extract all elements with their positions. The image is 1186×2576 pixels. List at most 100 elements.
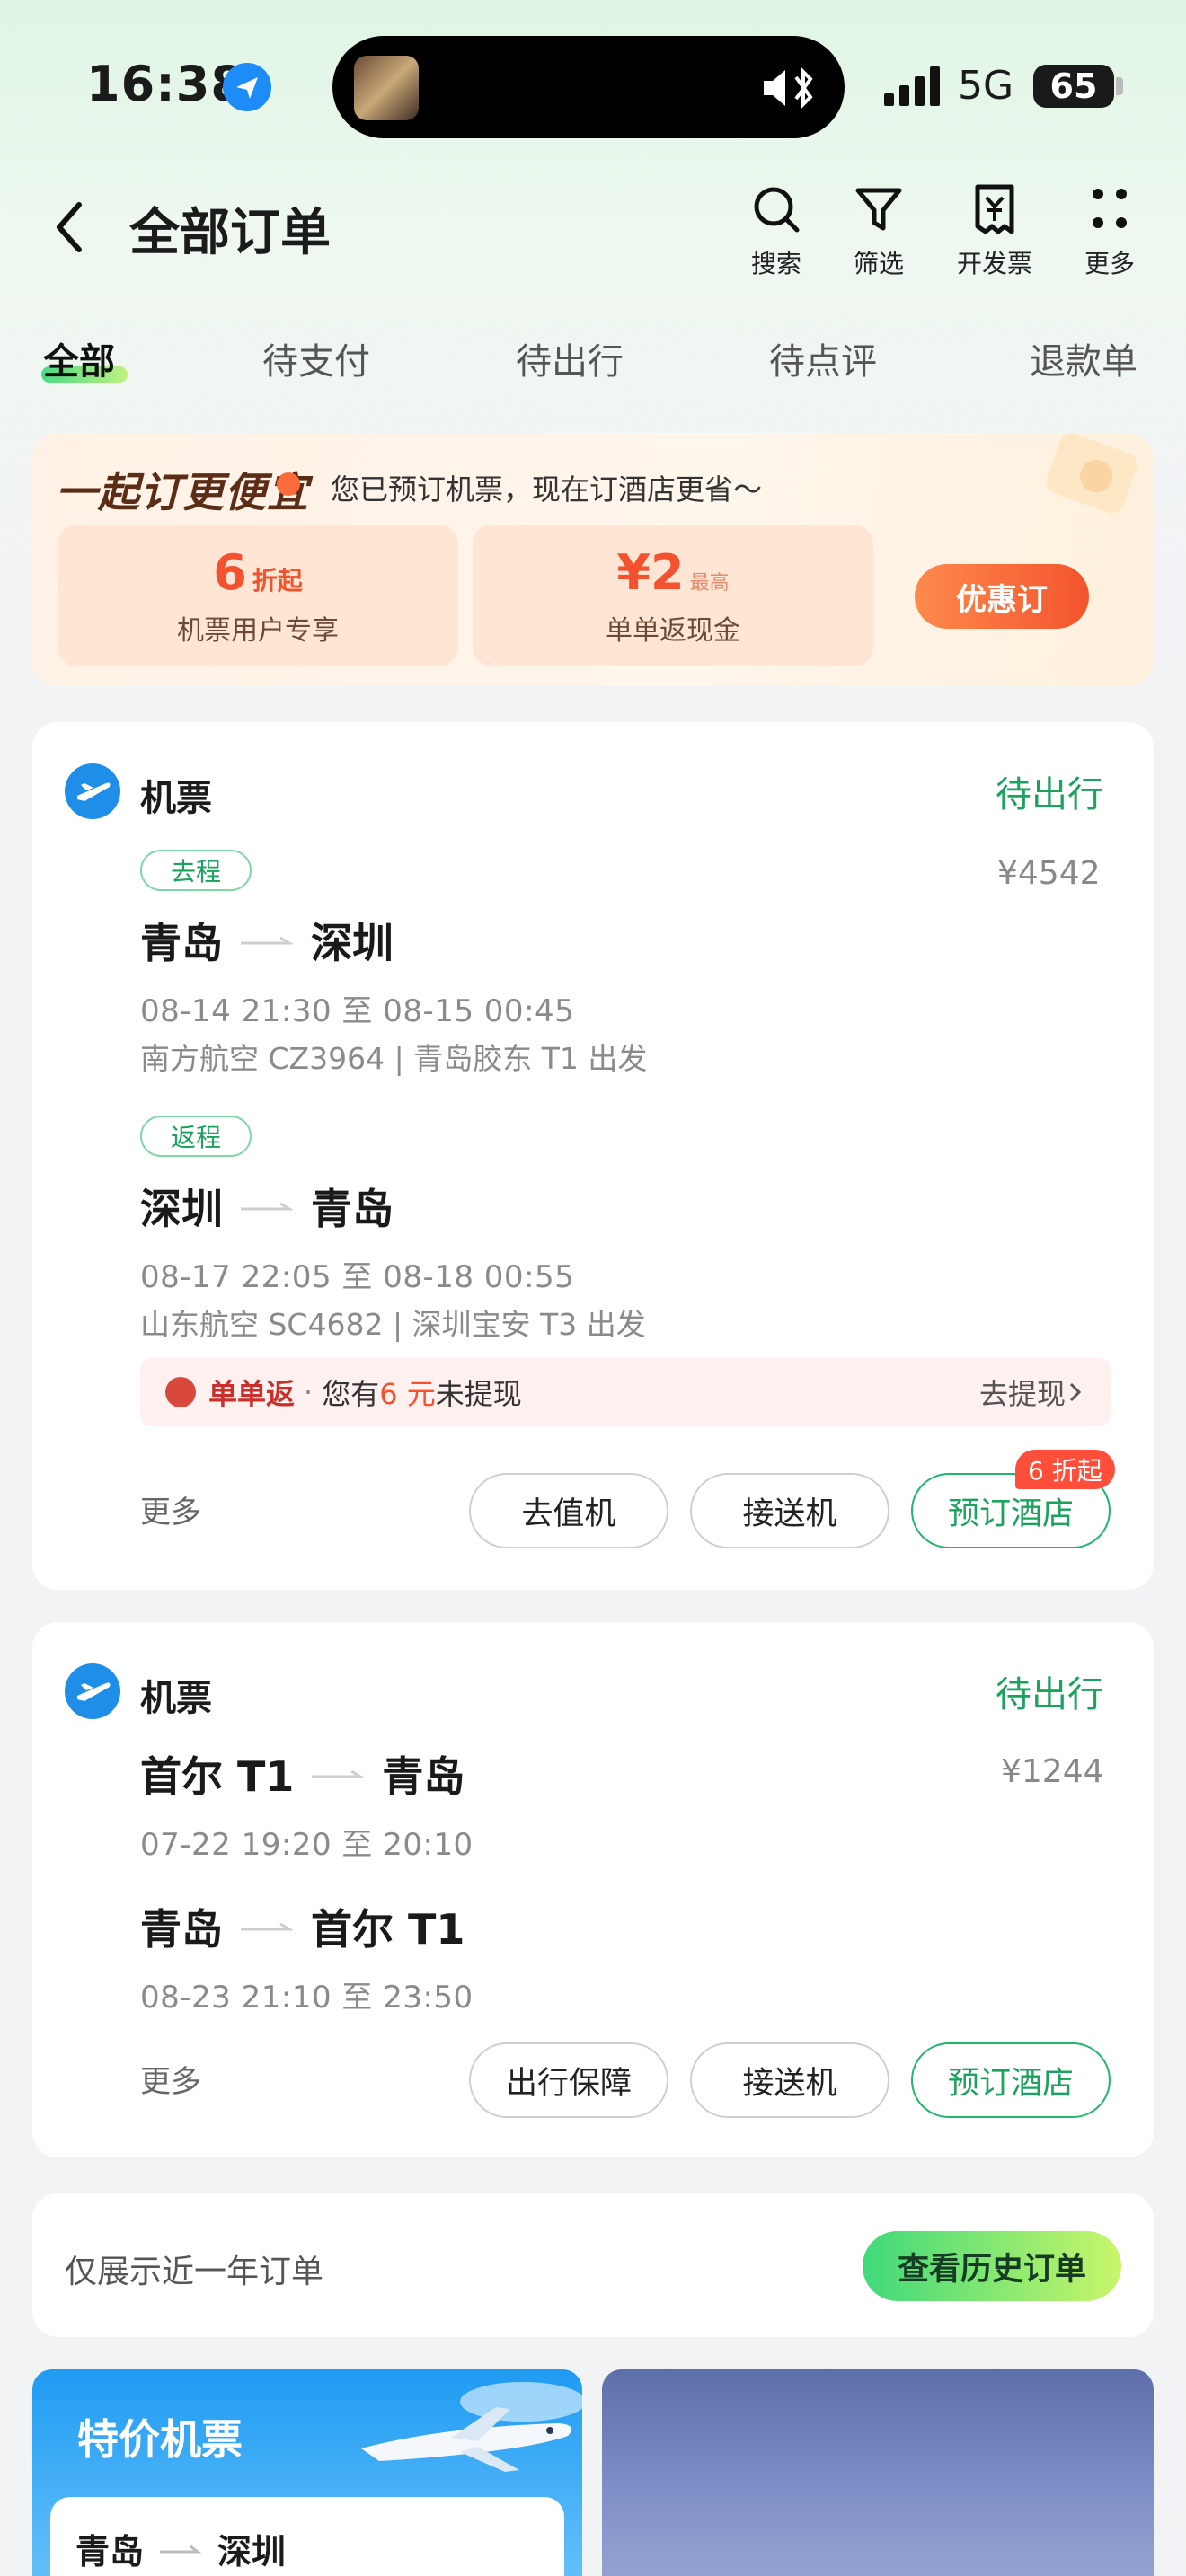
route-from: 青岛: [140, 1905, 223, 1954]
leg-badge-return: 返程: [140, 1116, 252, 1157]
route-arrow-icon: [160, 2545, 202, 2553]
promo-subtitle: 您已预订机票，现在订酒店更省～: [331, 472, 763, 507]
cashback-post: 未提现: [435, 1377, 522, 1411]
coupon-unit: 折起: [252, 565, 303, 595]
bluetooth-audio-icon: [760, 65, 818, 115]
airport-transfer-button[interactable]: 接送机: [690, 1473, 890, 1548]
route: 青岛 首尔 T1: [140, 1897, 465, 1956]
withdraw-link[interactable]: 去提现: [979, 1372, 1085, 1413]
chevron-right-icon: [1069, 1382, 1082, 1402]
order-price: ¥4542: [997, 855, 1101, 892]
flight-time: 08-14 21:30 至 08-15 00:45: [140, 993, 575, 1029]
coupon-cashback[interactable]: ¥2 最高 单单返现金: [473, 525, 873, 666]
flight-time: 07-22 19:20 至 20:10: [140, 1827, 474, 1863]
cashback-title: 单单返: [208, 1377, 296, 1411]
order-more-link[interactable]: 更多: [140, 1487, 201, 1531]
route-arrow-icon: [241, 936, 293, 945]
filter-button[interactable]: 筛选: [838, 183, 919, 280]
route-to: 青岛: [311, 1185, 394, 1233]
flight-icon: [65, 763, 120, 819]
feed-route-from: 青岛: [75, 2532, 145, 2572]
order-type: 机票: [140, 778, 212, 819]
airplane-illustration-icon: [343, 2371, 586, 2488]
airport-transfer-button[interactable]: 接送机: [690, 2042, 890, 2118]
route-to: 首尔 T1: [311, 1905, 465, 1954]
route-from: 青岛: [140, 919, 223, 967]
route-arrow-icon: [312, 1769, 365, 1778]
view-history-button[interactable]: 查看历史订单: [863, 2231, 1121, 2301]
route-arrow-icon: [241, 1922, 293, 1931]
flight-time: 08-17 22:05 至 08-18 00:55: [140, 1259, 575, 1295]
battery-level: 65: [1049, 66, 1098, 106]
cashback-pre: 您有: [322, 1377, 380, 1411]
battery-icon: 65: [1033, 65, 1114, 108]
promo-image-card[interactable]: [602, 2369, 1154, 2576]
flight-time: 08-23 21:10 至 23:50: [140, 1980, 474, 2016]
invoice-label: 开发票: [956, 249, 1032, 278]
travel-protection-button[interactable]: 出行保障: [469, 2042, 668, 2118]
book-hotel-button[interactable]: 预订酒店: [911, 2042, 1111, 2118]
filter-icon: [855, 188, 902, 231]
search-button[interactable]: 搜索: [736, 183, 817, 280]
flight-info: 南方航空 CZ3964 | 青岛胶东 T1 出发: [140, 1041, 648, 1076]
route: 首尔 T1 青岛: [140, 1744, 465, 1804]
cashback-separator: ·: [304, 1375, 314, 1409]
route-from: 首尔 T1: [140, 1752, 295, 1801]
back-arrow-icon[interactable]: [45, 196, 99, 259]
coupon-decoration-icon: [1024, 433, 1154, 532]
tab-refunds[interactable]: 退款单: [1030, 332, 1137, 384]
smile-icon: [165, 1377, 196, 1407]
cashback-amount: 6 元: [379, 1377, 436, 1411]
flight-info: 山东航空 SC4682 | 深圳宝安 T3 出发: [140, 1307, 646, 1342]
more-label: 更多: [1084, 249, 1135, 278]
route-to: 青岛: [382, 1752, 465, 1801]
withdraw-label: 去提现: [978, 1377, 1066, 1411]
cheap-flights-title: 特价机票: [77, 2415, 243, 2464]
signal-strength-icon: [884, 66, 943, 106]
leg-badge-outbound: 去程: [140, 850, 252, 891]
route-from: 深圳: [140, 1185, 223, 1233]
order-more-link[interactable]: 更多: [140, 2057, 201, 2101]
hotel-discount-badge: 6 折起: [1015, 1450, 1115, 1489]
invoice-button[interactable]: 开发票: [954, 183, 1035, 280]
route-arrow-icon: [241, 1202, 293, 1211]
search-label: 搜索: [750, 249, 801, 278]
check-in-button[interactable]: 去值机: [469, 1473, 668, 1548]
filter-label: 筛选: [853, 249, 904, 278]
order-status: 待出行: [996, 1674, 1103, 1716]
more-button[interactable]: 更多: [1069, 183, 1150, 280]
history-notice: 仅展示近一年订单: [65, 2254, 324, 2290]
status-time: 16:38: [86, 56, 245, 112]
order-type: 机票: [140, 1678, 212, 1719]
order-status: 待出行: [996, 774, 1103, 816]
page-title: 全部订单: [129, 204, 331, 262]
coupon-extra: 最高: [689, 571, 730, 595]
battery-tip: [1116, 77, 1123, 95]
discount-book-button[interactable]: 优惠订: [915, 564, 1089, 629]
coupon-desc: 单单返现金: [606, 614, 740, 647]
search-icon: [754, 187, 800, 233]
route: 青岛 深圳: [140, 911, 394, 970]
invoice-icon: [975, 184, 1014, 234]
tab-all[interactable]: 全部: [43, 332, 115, 384]
feed-route[interactable]: 青岛 深圳: [75, 2524, 286, 2573]
tab-upcoming-trips[interactable]: 待出行: [516, 332, 624, 384]
promo-badge-dot: [277, 472, 300, 496]
coupon-value: ¥2: [616, 543, 685, 601]
location-arrow-icon: [223, 63, 271, 111]
more-dots-icon: [1093, 189, 1127, 228]
cashback-bar[interactable]: 单单返 · 您有 6 元 未提现 去提现: [140, 1358, 1111, 1426]
tab-pending-review[interactable]: 待点评: [769, 332, 877, 384]
coupon-discount[interactable]: 6 折起 机票用户专享: [58, 525, 458, 666]
route-to: 深圳: [311, 919, 394, 967]
route: 深圳 青岛: [140, 1177, 394, 1236]
tab-pending-payment[interactable]: 待支付: [262, 332, 370, 384]
now-playing-artwork: [354, 56, 419, 120]
flight-icon: [65, 1663, 120, 1719]
coupon-value: 6: [213, 543, 247, 601]
coupon-desc: 机票用户专享: [177, 614, 339, 647]
order-price: ¥1244: [1001, 1753, 1104, 1790]
network-type: 5G: [958, 63, 1014, 109]
promo-brand-title: 一起订更便宜: [56, 468, 309, 516]
feed-route-to: 深圳: [217, 2532, 287, 2572]
